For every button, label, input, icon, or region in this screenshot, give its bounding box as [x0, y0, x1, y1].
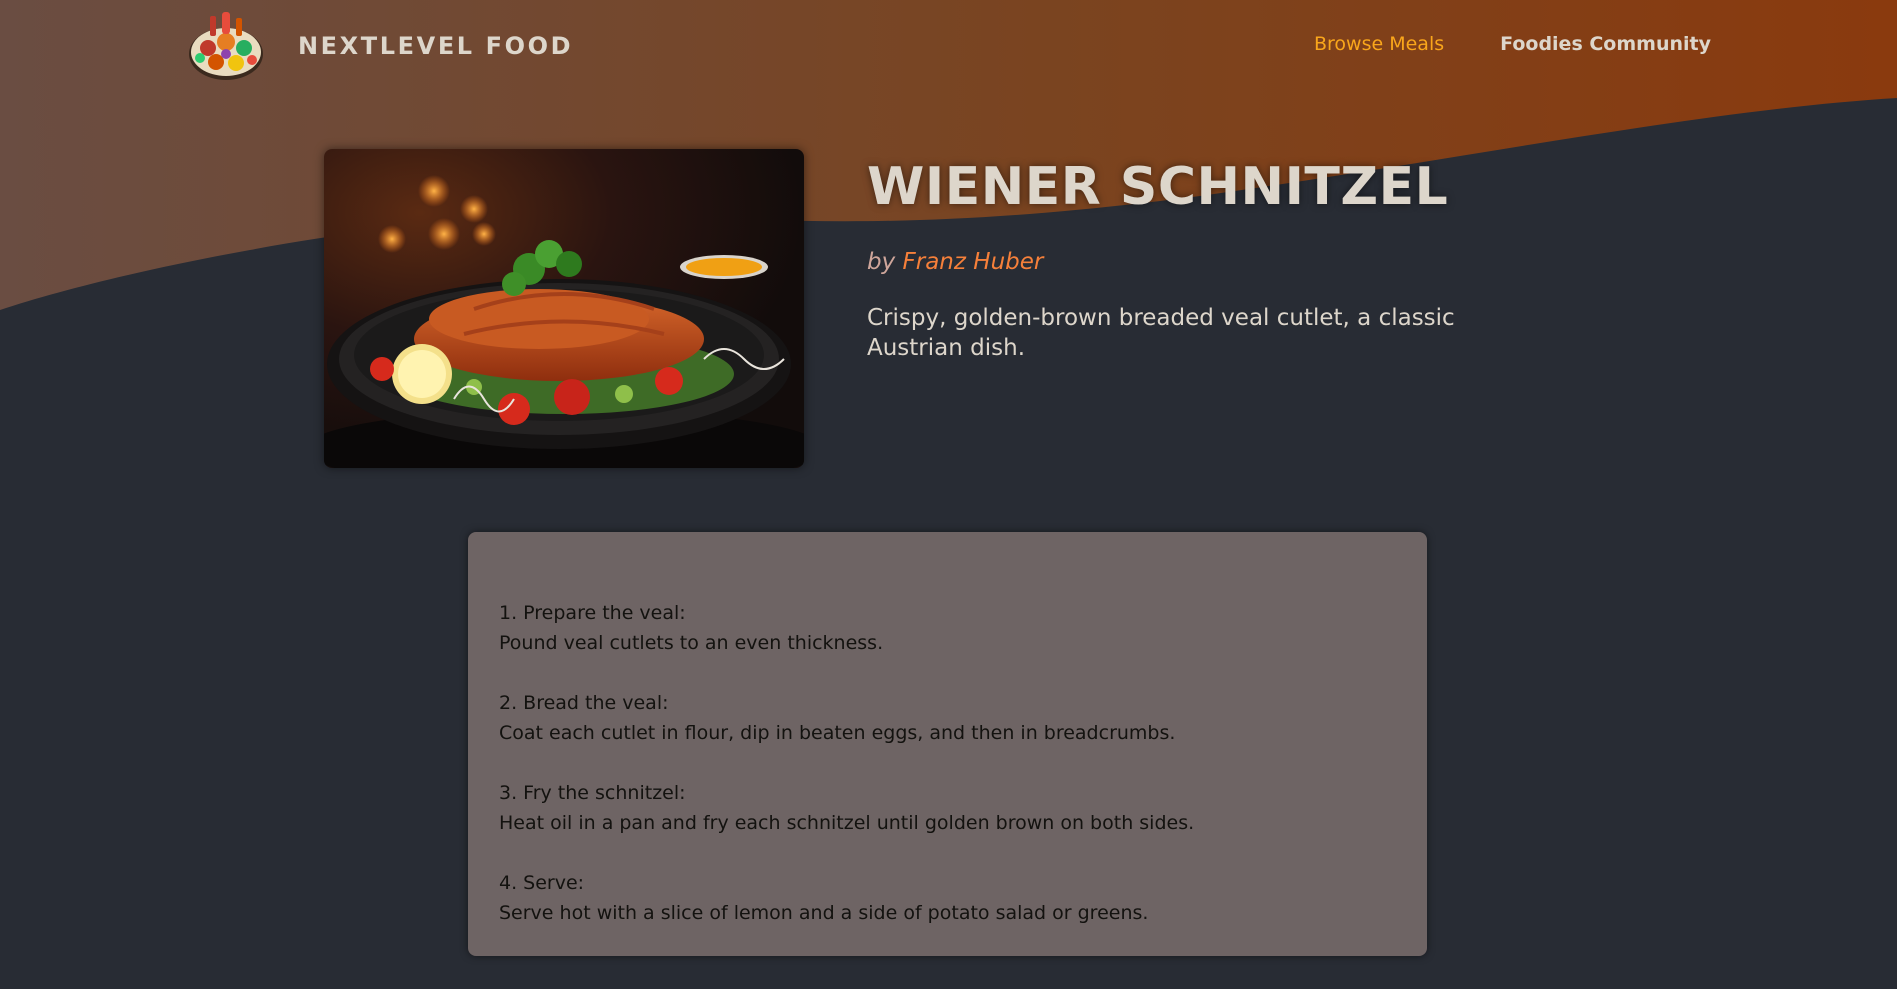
instruction-step: 4. Serve: Serve hot with a slice of lemo…	[499, 868, 1396, 928]
meal-title: WIENER SCHNITZEL	[867, 157, 1449, 217]
main-nav: Browse Meals Foodies Community	[1314, 33, 1711, 55]
step-heading: 1. Prepare the veal:	[499, 602, 686, 624]
meal-detail-page: NEXTLEVEL FOOD Browse Meals Foodies Comm…	[0, 0, 1897, 989]
creator-link[interactable]: Franz Huber	[903, 249, 1044, 275]
step-heading: 3. Fry the schnitzel:	[499, 782, 686, 804]
wiener-schnitzel-photo	[324, 149, 804, 468]
meal-instructions: 1. Prepare the veal: Pound veal cutlets …	[468, 532, 1427, 956]
step-text: Heat oil in a pan and fry each schnitzel…	[499, 812, 1195, 834]
brand-name: NEXTLEVEL FOOD	[298, 32, 574, 60]
step-text: Pound veal cutlets to an even thickness.	[499, 632, 884, 654]
food-platter-icon	[189, 12, 263, 80]
home-logo-link[interactable]: NEXTLEVEL FOOD	[186, 8, 573, 84]
meal-summary: Crispy, golden-brown breaded veal cutlet…	[867, 305, 1455, 361]
step-heading: 2. Bread the veal:	[499, 692, 669, 714]
instruction-step: 2. Bread the veal: Coat each cutlet in f…	[499, 688, 1396, 748]
nav-browse-meals[interactable]: Browse Meals	[1314, 33, 1444, 55]
step-heading: 4. Serve:	[499, 872, 585, 894]
instruction-step: 3. Fry the schnitzel: Heat oil in a pan …	[499, 778, 1396, 838]
nav-foodies-community[interactable]: Foodies Community	[1500, 33, 1711, 55]
by-label: by	[867, 249, 896, 275]
main-header: NEXTLEVEL FOOD Browse Meals Foodies Comm…	[0, 0, 1897, 92]
step-text: Serve hot with a slice of lemon and a si…	[499, 902, 1149, 924]
meal-creator: by Franz Huber	[867, 249, 1043, 275]
instruction-step: 1. Prepare the veal: Pound veal cutlets …	[499, 598, 1396, 658]
meal-image	[324, 149, 804, 468]
step-text: Coat each cutlet in flour, dip in beaten…	[499, 722, 1176, 744]
